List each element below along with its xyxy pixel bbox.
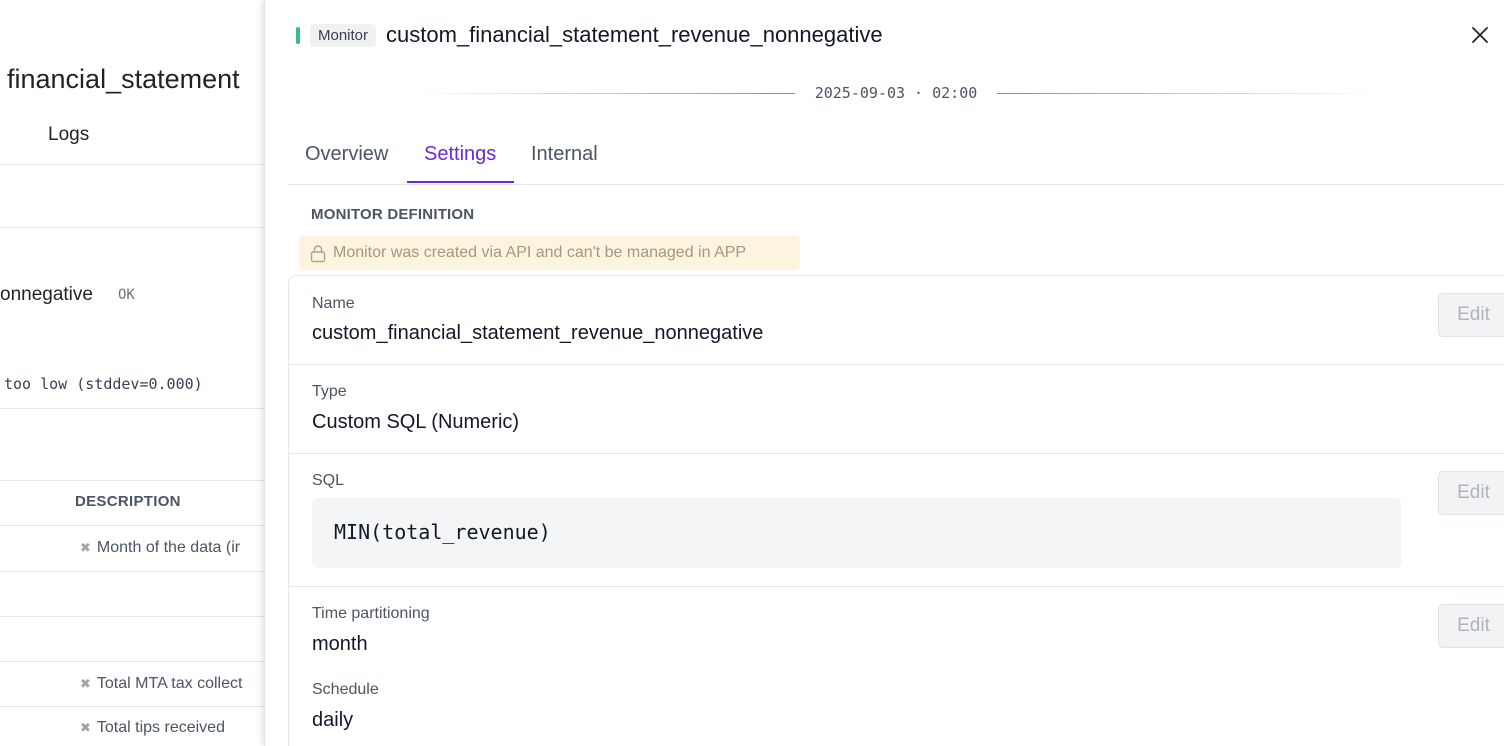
divider xyxy=(0,616,270,617)
row-description: Total tips received xyxy=(96,719,225,736)
lock-icon xyxy=(310,244,326,262)
row-description: Month of the data (ir xyxy=(96,539,241,556)
column-header-description: DESCRIPTION xyxy=(75,493,181,510)
timestamp: 2025-09-03 · 02:00 xyxy=(814,84,978,102)
divider xyxy=(0,480,270,481)
table-row: ✖ Total tips received xyxy=(80,719,225,737)
divider xyxy=(997,92,1377,94)
status-indicator xyxy=(296,26,300,44)
drawer-header: Monitor custom_financial_statement_reven… xyxy=(296,22,883,48)
tab-settings[interactable]: Settings xyxy=(424,143,496,166)
active-tab-indicator xyxy=(407,181,514,183)
edit-time-partitioning-button[interactable]: Edit xyxy=(1438,604,1504,648)
divider xyxy=(0,164,270,165)
tab-overview[interactable]: Overview xyxy=(305,143,388,166)
field-label: SQL xyxy=(312,472,345,489)
divider xyxy=(0,408,270,409)
monitor-status: OK xyxy=(118,287,135,303)
column-icon: ✖ xyxy=(80,540,91,555)
lock-notice-text: Monitor was created via API and can't be… xyxy=(333,244,747,261)
divider xyxy=(0,571,270,572)
field-time-partitioning: Time partitioning month Edit xyxy=(289,587,1504,667)
divider xyxy=(0,525,270,526)
background-page: financial_statement Logs onnegative OK t… xyxy=(0,0,270,746)
field-value: daily xyxy=(312,709,354,731)
tab-internal[interactable]: Internal xyxy=(531,143,598,166)
edit-sql-button[interactable]: Edit xyxy=(1438,471,1504,515)
field-label: Schedule xyxy=(312,681,379,698)
divider xyxy=(0,227,270,228)
table-row: ✖ Month of the data (ir xyxy=(80,539,240,557)
divider xyxy=(0,706,270,707)
monitor-name[interactable]: onnegative xyxy=(0,284,93,306)
row-description: Total MTA tax collect xyxy=(96,675,243,692)
close-icon xyxy=(1472,27,1488,43)
drawer-title: custom_financial_statement_revenue_nonne… xyxy=(386,22,883,47)
field-label: Time partitioning xyxy=(312,605,430,622)
field-sql: SQL MIN(total_revenue) Edit xyxy=(289,276,1504,586)
timestamp-row: 2025-09-03 · 02:00 xyxy=(415,82,1377,104)
field-value: month xyxy=(312,633,368,655)
type-badge: Monitor xyxy=(310,23,377,47)
divider xyxy=(415,92,795,94)
sql-code-block: MIN(total_revenue) xyxy=(312,498,1401,568)
monitor-message: too low (stddev=0.000) xyxy=(4,375,203,393)
lock-notice: Monitor was created via API and can't be… xyxy=(299,236,800,270)
table-row: ✖ Total MTA tax collect xyxy=(80,675,242,693)
definition-card: Name custom_financial_statement_revenue_… xyxy=(288,275,1504,746)
monitor-drawer: Monitor custom_financial_statement_reven… xyxy=(264,0,1504,746)
column-icon: ✖ xyxy=(80,676,91,691)
section-title: MONITOR DEFINITION xyxy=(311,206,475,223)
page-title: financial_statement xyxy=(7,64,240,94)
tab-logs[interactable]: Logs xyxy=(48,124,89,146)
sql-code: MIN(total_revenue) xyxy=(334,520,551,544)
field-schedule: Schedule daily xyxy=(289,663,1504,743)
divider xyxy=(0,661,270,662)
column-icon: ✖ xyxy=(80,720,91,735)
close-button[interactable] xyxy=(1465,20,1495,50)
tab-bar: Overview Settings Internal xyxy=(288,137,1504,185)
